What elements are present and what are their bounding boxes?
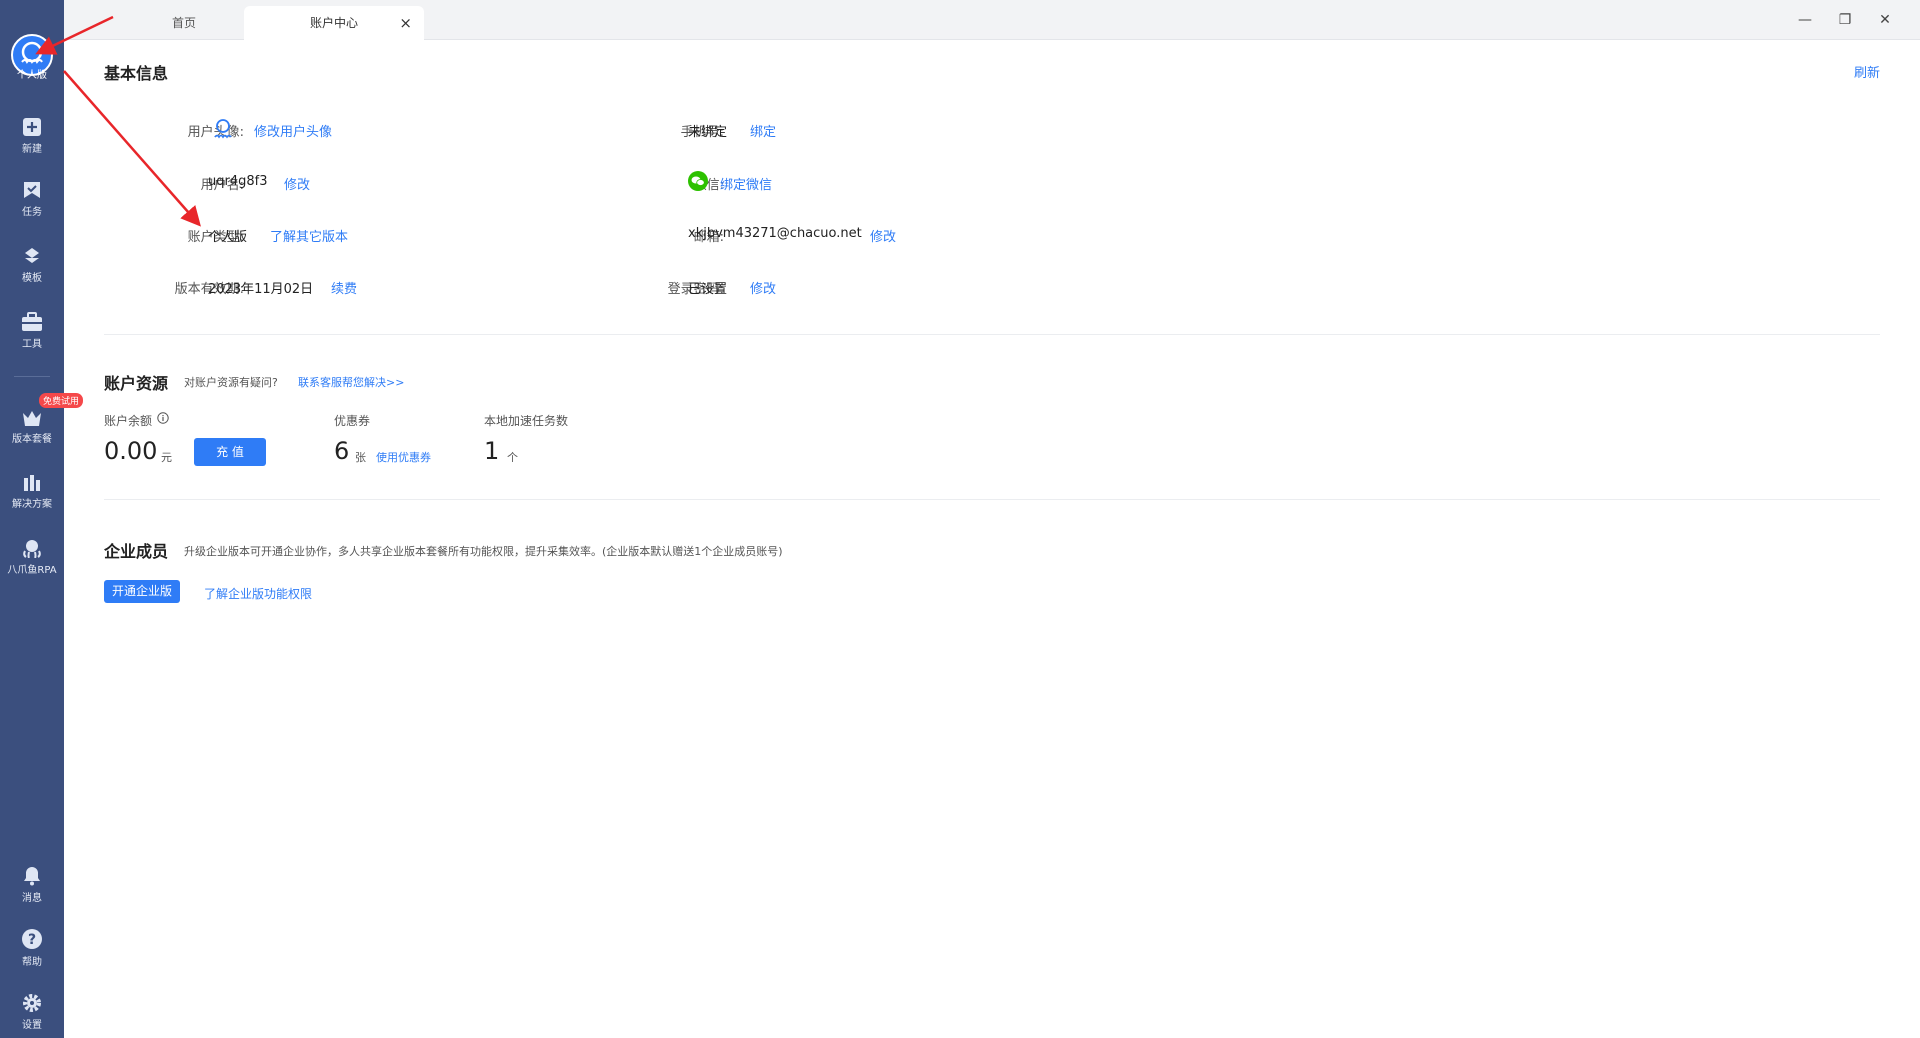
tab-account-center[interactable]: 账户中心 × (244, 6, 424, 40)
sidebar-item-messages[interactable]: 消息 (0, 866, 64, 904)
octopus-icon (23, 540, 41, 558)
tab-label: 账户中心 (309, 16, 358, 30)
template-icon (25, 248, 39, 263)
coupon-label: 优惠券 (334, 414, 371, 428)
bind-phone-link[interactable]: 绑定 (750, 121, 776, 140)
sidebar-divider (14, 376, 50, 377)
basic-info-title: 基本信息 (104, 64, 169, 83)
coupon-unit: 张 (355, 451, 366, 464)
enterprise-description: 升级企业版本可开通企业协作，多人共享企业版本套餐所有功能权限，提升采集效率。(企… (184, 545, 783, 558)
help-icon: ? (22, 929, 42, 949)
wechat-icon (688, 171, 708, 191)
svg-text:?: ? (28, 932, 36, 948)
balance-label: 账户余额 (104, 414, 153, 428)
local-tasks-label: 本地加速任务数 (484, 414, 569, 428)
learn-enterprise-link[interactable]: 了解企业版功能权限 (204, 585, 312, 602)
refresh-link[interactable]: 刷新 (1854, 62, 1880, 81)
section-divider (104, 334, 1880, 335)
close-tab-icon[interactable]: × (399, 6, 412, 40)
sidebar: 个人版 新建 任务 模板 工具 免费试用 版本套餐 解决方案 八爪鱼RPA 消息… (0, 0, 84, 1038)
phone-value: 未绑定 (688, 125, 728, 140)
local-tasks-unit: 个 (507, 451, 518, 464)
restore-button[interactable]: ❐ (1830, 8, 1860, 32)
section-divider (104, 499, 1880, 500)
sidebar-item-tasks[interactable]: 任务 (0, 180, 64, 218)
username-value: uqr4g8f3 (208, 174, 268, 189)
sidebar-item-rpa[interactable]: 八爪鱼RPA (0, 538, 64, 576)
gear-icon (23, 994, 41, 1012)
sidebar-item-new[interactable]: 新建 (0, 117, 64, 155)
account-center-content: 基本信息 刷新 用户头像: 修改用户头像 用户名: uqr4g8f3 修改 账户… (64, 40, 1920, 1038)
sidebar-item-settings[interactable]: 设置 (0, 993, 64, 1031)
sidebar-item-label: 解决方案 (12, 499, 52, 510)
local-tasks-value: 1 (484, 437, 500, 465)
sidebar-item-label: 版本套餐 (12, 434, 52, 445)
coupon-value: 6 (334, 437, 350, 465)
user-avatar-icon[interactable] (212, 117, 234, 139)
toolbox-icon (22, 312, 42, 331)
sidebar-item-templates[interactable]: 模板 (0, 246, 64, 284)
edit-email-link[interactable]: 修改 (870, 226, 896, 245)
expiry-value: 2023年11月02日 (208, 282, 314, 297)
sidebar-item-label: 八爪鱼RPA (7, 565, 57, 576)
sidebar-item-label: 消息 (22, 893, 42, 904)
sidebar-item-label: 新建 (22, 144, 42, 155)
sidebar-item-help[interactable]: ? 帮助 (0, 928, 64, 968)
info-icon[interactable] (157, 412, 169, 424)
bookmark-flag-icon (24, 182, 40, 198)
bind-wechat-link[interactable]: 绑定微信 (720, 174, 772, 193)
change-avatar-link[interactable]: 修改用户头像 (254, 121, 332, 140)
enterprise-title: 企业成员 (104, 542, 169, 561)
tab-home[interactable]: 首页 (124, 6, 244, 40)
sidebar-item-solutions[interactable]: 解决方案 (0, 474, 64, 510)
change-password-link[interactable]: 修改 (750, 278, 776, 297)
sidebar-item-label: 设置 (22, 1020, 42, 1031)
crown-icon (23, 411, 41, 426)
recharge-button[interactable]: 充 值 (194, 438, 266, 466)
sidebar-item-label: 模板 (22, 273, 42, 284)
balance-unit: 元 (161, 451, 172, 464)
sidebar-item-tools[interactable]: 工具 (0, 312, 64, 350)
tab-bar: 首页 账户中心 × — ❐ ✕ (64, 0, 1920, 40)
password-value: 已设置 (688, 282, 728, 297)
account-type-value: 个人版 (208, 230, 248, 245)
contact-support-link[interactable]: 联系客服帮您解决>> (298, 374, 404, 390)
sidebar-item-label: 任务 (22, 207, 42, 218)
bell-icon (24, 867, 40, 886)
use-coupon-link[interactable]: 使用优惠券 (376, 449, 431, 465)
learn-other-versions-link[interactable]: 了解其它版本 (270, 226, 348, 245)
window-close-button[interactable]: ✕ (1870, 8, 1900, 32)
edition-label: 个人版 (17, 70, 47, 81)
balance-value: 0.00 (104, 437, 158, 465)
resources-question: 对账户资源有疑问? (184, 376, 278, 389)
sidebar-item-label: 帮助 (22, 957, 42, 968)
solution-icon (24, 475, 40, 491)
open-enterprise-button[interactable]: 开通企业版 (104, 580, 180, 603)
minimize-button[interactable]: — (1790, 8, 1820, 32)
renew-link[interactable]: 续费 (331, 278, 357, 297)
email-value: xkjbvm43271@chacuo.net (688, 226, 862, 241)
sidebar-item-label: 工具 (22, 339, 42, 350)
edit-username-link[interactable]: 修改 (284, 174, 310, 193)
plus-square-icon (23, 118, 41, 136)
resources-title: 账户资源 (104, 374, 169, 393)
sidebar-item-plans[interactable]: 版本套餐 (0, 409, 64, 445)
